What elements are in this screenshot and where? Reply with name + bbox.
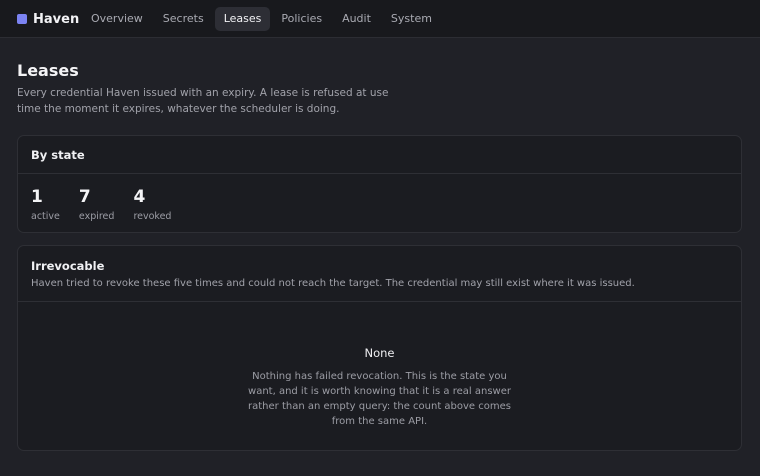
stat-active-value: 1 [31,187,43,207]
empty-state-title: None [364,346,395,360]
stat-active: 1 active [31,187,60,222]
brand-name: Haven [33,11,80,27]
tab-secrets[interactable]: Secrets [154,7,213,31]
irrevocable-header: Irrevocable Haven tried to revoke these … [18,246,741,302]
tab-leases[interactable]: Leases [214,7,271,31]
main-nav: Overview Secrets Leases Policies Audit S… [82,7,443,31]
empty-state: None Nothing has failed revocation. This… [18,346,741,429]
stat-revoked-label: revoked [133,211,172,222]
page-description: Every credential Haven issued with an ex… [17,87,389,115]
top-nav-bar: Haven Overview Secrets Leases Policies A… [0,0,760,38]
by-state-header: By state [18,136,741,174]
irrevocable-subtitle: Haven tried to revoke these five times a… [31,278,635,289]
tab-system[interactable]: System [382,7,441,31]
irrevocable-card: Irrevocable Haven tried to revoke these … [17,245,742,451]
irrevocable-title: Irrevocable [31,259,105,273]
stat-active-label: active [31,211,60,222]
stat-expired-label: expired [78,211,115,222]
stat-expired: 7 expired [79,187,115,222]
stat-revoked-value: 4 [133,187,146,207]
tab-overview[interactable]: Overview [82,7,152,31]
by-state-title: By state [31,148,85,162]
stat-revoked: 4 revoked [133,187,171,222]
haven-logo-icon [17,14,27,24]
tab-audit[interactable]: Audit [333,7,380,31]
brand[interactable]: Haven [17,10,79,28]
tab-policies[interactable]: Policies [272,7,331,31]
lease-state-stats: 1 active 7 expired 4 revoked [31,187,190,222]
empty-state-body: Nothing has failed revocation. This is t… [248,371,511,427]
page-title: Leases [17,61,79,80]
by-state-card: By state 1 active 7 expired 4 revoked [17,135,742,233]
stat-expired-value: 7 [78,187,91,207]
